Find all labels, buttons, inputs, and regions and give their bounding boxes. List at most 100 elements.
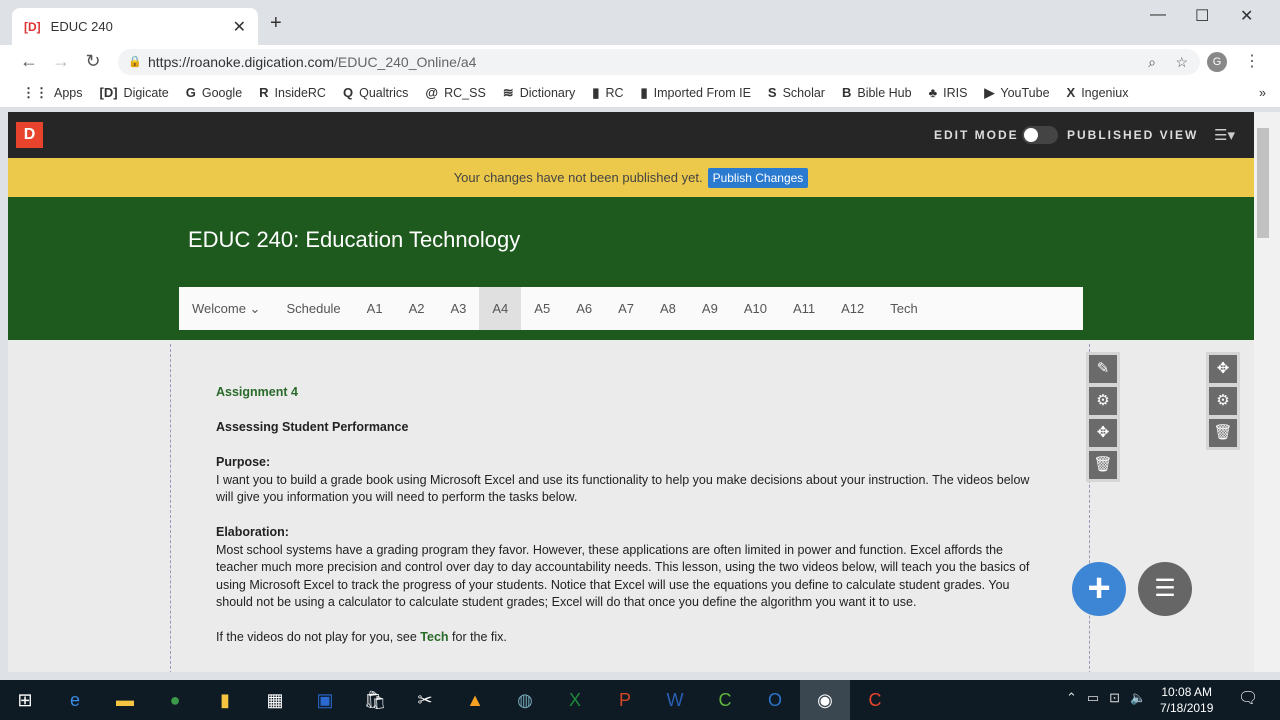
clock[interactable]: 10:08 AM 7/18/2019 (1160, 684, 1213, 716)
trash-icon[interactable]: 🗑 (1089, 451, 1117, 479)
powerpoint-icon[interactable]: P (600, 690, 650, 711)
bookmark-google[interactable]: G Google (186, 85, 242, 100)
bookmark-imported-from-ie[interactable]: ▮ Imported From IE (641, 85, 751, 101)
bookmark-label: RC (605, 85, 624, 100)
more-bookmarks-icon[interactable]: » (1259, 86, 1266, 100)
clock-time: 10:08 AM (1161, 685, 1213, 699)
nav-item-a11[interactable]: A11 (780, 287, 828, 330)
bookmark-digicate[interactable]: [D] Digicate (100, 85, 169, 100)
notifications-icon[interactable]: 🗨 (1238, 688, 1258, 708)
store-icon[interactable]: 🛍 (350, 690, 400, 711)
nav-item-a2[interactable]: A2 (396, 287, 438, 330)
elaboration-text: Most school systems have a grading progr… (216, 542, 1030, 610)
scrollbar-thumb[interactable] (1257, 128, 1269, 238)
edit-mode-toggle[interactable] (1022, 126, 1058, 144)
tab-title: EDUC 240 (50, 19, 113, 34)
tech-link[interactable]: Tech (420, 630, 448, 644)
bookmark-rc[interactable]: ▮ RC (592, 85, 623, 101)
file-explorer-icon[interactable]: ▬ (100, 690, 150, 711)
fix-text-post: for the fix. (448, 630, 507, 644)
publish-changes-button[interactable]: Publish Changes (707, 167, 809, 188)
nav-item-a7[interactable]: A7 (605, 287, 647, 330)
folder-icon: ▮ (592, 84, 600, 100)
outlook-icon[interactable]: O (750, 690, 800, 711)
bookmark-dictionary[interactable]: ≋ Dictionary (503, 85, 575, 101)
url-bar[interactable]: 🔒 https://roanoke.digication.com/EDUC_24… (118, 49, 1200, 75)
excel-icon[interactable]: X (550, 690, 600, 711)
camtasia-recorder-icon[interactable]: C (850, 690, 900, 711)
snipping-tool-icon[interactable]: ✂ (400, 690, 450, 711)
add-module-button[interactable]: + (1072, 562, 1126, 616)
nav-item-a10[interactable]: A10 (731, 287, 780, 330)
bookmark-ingeniux[interactable]: X Ingeniux (1067, 85, 1129, 100)
bookmark-rc-ss[interactable]: @ RC_SS (425, 85, 485, 100)
globe-icon[interactable]: ◍ (500, 690, 550, 711)
purpose-label: Purpose: (216, 455, 271, 469)
bookmark-bible-hub[interactable]: B Bible Hub (842, 85, 912, 100)
word-icon[interactable]: W (650, 690, 700, 711)
digicate-icon: [D] (99, 85, 118, 100)
zoom-icon[interactable]: ⌕ (1148, 49, 1156, 75)
biblehub-icon: B (841, 85, 852, 100)
bookmark-youtube[interactable]: ▶ YouTube (984, 85, 1049, 101)
browser-tab[interactable]: [D] EDUC 240 ✕ (12, 8, 258, 45)
nav-item-a5[interactable]: A5 (521, 287, 563, 330)
minimize-button[interactable]: — (1150, 6, 1166, 24)
nav-item-a3[interactable]: A3 (437, 287, 479, 330)
qualtrics-icon: Q (342, 85, 354, 100)
bookmark-scholar[interactable]: S Scholar (768, 85, 825, 100)
forward-icon[interactable]: → (45, 51, 77, 72)
edge-icon[interactable]: e (50, 690, 100, 711)
nav-item-a8[interactable]: A8 (647, 287, 689, 330)
notice-text: Your changes have not been published yet… (453, 170, 703, 185)
gear-icon[interactable]: ⚙ (1209, 387, 1237, 415)
bookmark-apps[interactable]: ⋮⋮ Apps (22, 85, 83, 101)
edit-mode-label: EDIT MODE (934, 128, 1019, 142)
move-icon[interactable]: ✥ (1089, 419, 1117, 447)
comments-button[interactable]: ☰ (1138, 562, 1192, 616)
bookmark-label: YouTube (1000, 85, 1050, 100)
maximize-button[interactable]: ☐ (1195, 6, 1209, 26)
move-icon[interactable]: ✥ (1209, 355, 1237, 383)
system-tray[interactable]: ⌃▭⊡🔈 (1066, 690, 1156, 706)
reload-icon[interactable]: ↻ (77, 51, 109, 72)
nav-item-a12[interactable]: A12 (828, 287, 877, 330)
bookmark-qualtrics[interactable]: Q Qualtrics (343, 85, 408, 100)
calculator-icon[interactable]: ▦ (250, 690, 300, 711)
bookmark-label: Digicate (123, 85, 169, 100)
trash-icon[interactable]: 🗑 (1209, 419, 1237, 447)
app-icon[interactable]: ● (150, 690, 200, 711)
bookmark-insiderc[interactable]: R InsideRC (259, 85, 326, 100)
tab-strip: [D] EDUC 240 ✕ + — ☐ ✕ (0, 0, 1280, 45)
content-module: Assignment 4 Assessing Student Performan… (170, 344, 1090, 672)
hamburger-menu-icon[interactable]: ☰▾ (1214, 126, 1235, 144)
edit-icon[interactable]: ✎ (1089, 355, 1117, 383)
digication-logo[interactable]: D (16, 122, 43, 148)
nav-item-a4[interactable]: A4 (479, 287, 522, 330)
nav-item-a9[interactable]: A9 (689, 287, 731, 330)
app-icon[interactable]: ▣ (300, 690, 350, 711)
bookmark-label: Bible Hub (857, 85, 912, 100)
start-icon[interactable]: ⊞ (0, 690, 50, 711)
downloads-icon[interactable]: ▮ (200, 690, 250, 711)
nav-item-a1[interactable]: A1 (354, 287, 396, 330)
close-window-button[interactable]: ✕ (1240, 6, 1253, 26)
bookmark-iris[interactable]: ♣ IRIS (929, 85, 968, 100)
unpublished-notice: Your changes have not been published yet… (8, 158, 1254, 197)
new-tab-button[interactable]: + (270, 12, 282, 35)
gear-icon[interactable]: ⚙ (1089, 387, 1117, 415)
nav-item-tech[interactable]: Tech (877, 287, 930, 330)
chrome-menu-icon[interactable]: ⋮ (1244, 51, 1260, 71)
nav-item-welcome[interactable]: Welcome ⌄ (179, 287, 273, 330)
chrome-icon[interactable]: ◉ (800, 680, 850, 720)
back-icon[interactable]: ← (13, 51, 45, 72)
nav-item-schedule[interactable]: Schedule (273, 287, 353, 330)
app-icon[interactable]: ▲ (450, 690, 500, 711)
nav-item-a6[interactable]: A6 (563, 287, 605, 330)
close-tab-icon[interactable]: ✕ (233, 17, 246, 37)
site-title: EDUC 240: Education Technology (188, 227, 521, 252)
bookmark-label: Dictionary (519, 85, 576, 100)
star-icon[interactable]: ☆ (1175, 49, 1188, 75)
camtasia-icon[interactable]: C (700, 690, 750, 711)
profile-avatar[interactable]: G (1207, 52, 1227, 72)
